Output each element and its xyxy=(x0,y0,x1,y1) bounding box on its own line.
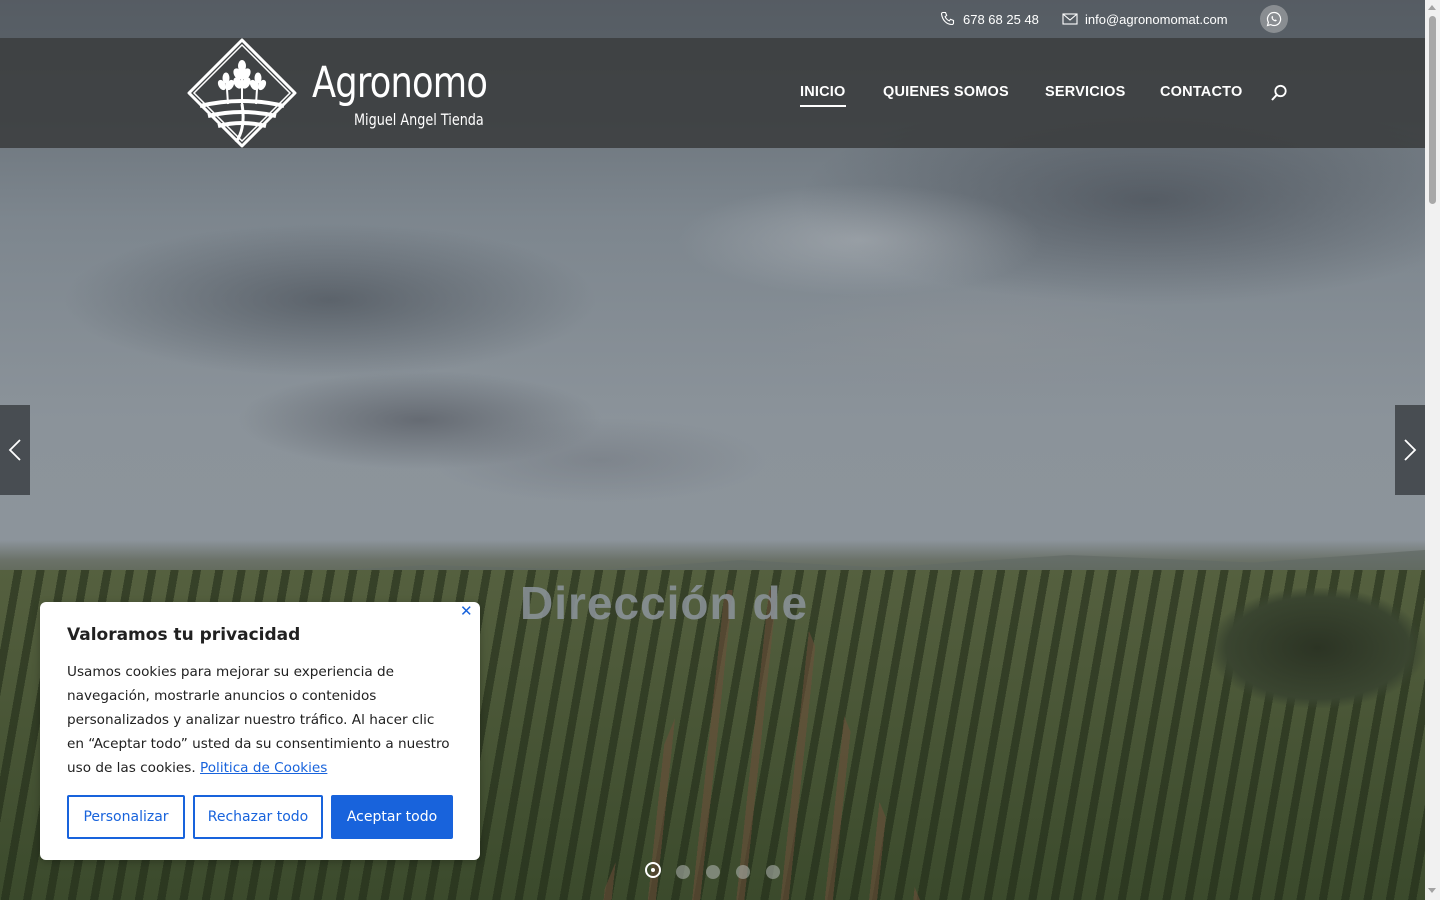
close-icon[interactable]: ✕ xyxy=(460,604,473,619)
tree xyxy=(1210,588,1425,708)
wheat-field-logo-icon xyxy=(187,38,297,148)
slider-next-button[interactable] xyxy=(1395,405,1425,495)
chevron-left-icon xyxy=(8,439,21,461)
scroll-up-arrow-icon[interactable] xyxy=(1428,5,1436,10)
cookie-policy-link[interactable]: Politica de Cookies xyxy=(200,760,327,776)
slider-dot-2[interactable] xyxy=(676,865,690,879)
page-scrollbar[interactable] xyxy=(1425,0,1440,900)
chevron-right-icon xyxy=(1404,439,1417,461)
nav-item-servicios[interactable]: SERVICIOS xyxy=(1045,84,1126,100)
nav-item-quienes-somos[interactable]: QUIENES SOMOS xyxy=(883,84,1009,100)
phone-icon xyxy=(940,11,955,26)
whatsapp-icon xyxy=(1266,11,1282,27)
accept-all-button[interactable]: Aceptar todo xyxy=(331,795,453,839)
slider-dot-1[interactable] xyxy=(645,862,661,878)
logo[interactable]: Agronomo Miguel Angel Tienda xyxy=(186,38,488,148)
email-link[interactable]: info@agronomomat.com xyxy=(1062,0,1228,38)
phone-number: 678 68 25 48 xyxy=(963,11,1039,27)
site-header: Agronomo Miguel Angel Tienda INICIO QUIE… xyxy=(0,38,1425,148)
nav-item-contacto[interactable]: CONTACTO xyxy=(1160,84,1242,100)
email-address: info@agronomomat.com xyxy=(1085,11,1228,27)
reject-all-button[interactable]: Rechazar todo xyxy=(193,795,323,839)
slider-dot-4[interactable] xyxy=(736,865,750,879)
logo-brand: Agronomo xyxy=(312,58,488,108)
scrollbar-thumb[interactable] xyxy=(1429,16,1436,204)
slider-dot-3[interactable] xyxy=(706,865,720,879)
slider-prev-button[interactable] xyxy=(0,405,30,495)
slider-dot-5[interactable] xyxy=(766,865,780,879)
search-icon xyxy=(1271,84,1287,101)
top-bar: 678 68 25 48 info@agronomomat.com xyxy=(0,0,1425,38)
nav-item-inicio[interactable]: INICIO xyxy=(800,84,846,107)
cookie-title: Valoramos tu privacidad xyxy=(67,625,301,645)
hero-title: Dirección de xyxy=(520,577,809,620)
customize-button[interactable]: Personalizar xyxy=(67,795,185,839)
cookie-description: Usamos cookies para mejorar su experienc… xyxy=(67,660,452,780)
search-button[interactable] xyxy=(1270,84,1288,102)
mail-icon xyxy=(1062,13,1078,25)
phone-link[interactable]: 678 68 25 48 xyxy=(940,0,1039,38)
scroll-down-arrow-icon[interactable] xyxy=(1428,888,1436,893)
whatsapp-button[interactable] xyxy=(1260,5,1288,33)
logo-subtitle: Miguel Angel Tienda xyxy=(354,110,484,129)
cookie-consent-dialog: ✕ Valoramos tu privacidad Usamos cookies… xyxy=(40,602,480,860)
